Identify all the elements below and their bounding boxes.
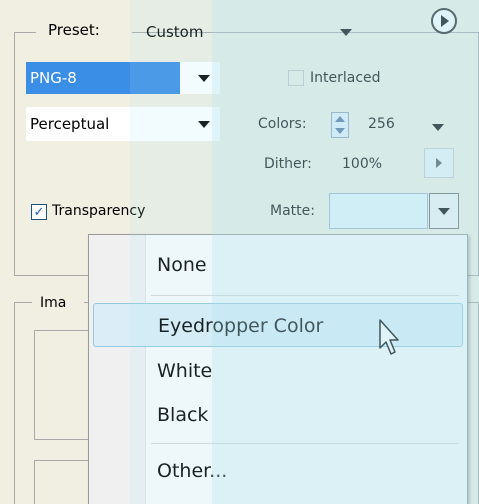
- image-group-label: Ima: [40, 295, 67, 311]
- colors-stepper[interactable]: [331, 112, 349, 138]
- chevron-down-icon: [188, 62, 220, 94]
- reduction-value: Perceptual: [30, 115, 110, 133]
- play-right-icon: [441, 15, 449, 27]
- optimize-settings-panel: Preset: Custom PNG-8 Perceptual Interlac…: [0, 0, 479, 504]
- format-value: PNG-8: [30, 69, 77, 87]
- checkmark-icon: ✓: [33, 204, 45, 220]
- menu-item-black[interactable]: Black: [93, 393, 463, 437]
- mouse-pointer-icon: [379, 319, 399, 355]
- play-right-icon: [436, 158, 442, 168]
- interlaced-label: Interlaced: [310, 70, 381, 86]
- image-subgroup-1: [34, 330, 94, 440]
- menu-item-label: Other...: [157, 460, 228, 482]
- dither-value[interactable]: 100%: [342, 154, 382, 174]
- menu-item-label: Black: [157, 404, 209, 426]
- reduction-dropdown[interactable]: Perceptual: [26, 107, 220, 141]
- menu-item-white[interactable]: White: [93, 349, 463, 393]
- stepper-up-icon: [335, 116, 345, 122]
- matte-dropdown-button[interactable]: [429, 193, 459, 229]
- colors-dropdown-arrow[interactable]: [432, 124, 444, 131]
- chevron-down-icon: [330, 15, 362, 49]
- menu-separator: [151, 295, 459, 296]
- matte-dropdown-menu: None Eyedropper Color White Black Other.…: [88, 234, 468, 504]
- format-dropdown[interactable]: PNG-8: [26, 62, 220, 94]
- image-subgroup-2: [34, 460, 94, 504]
- chevron-down-icon: [438, 207, 450, 215]
- menu-item-label: Eyedropper Color: [158, 315, 324, 337]
- colors-label: Colors:: [258, 116, 307, 132]
- menu-item-label: None: [157, 254, 207, 276]
- stepper-down-icon: [335, 128, 345, 134]
- menu-item-none[interactable]: None: [93, 243, 463, 287]
- menu-item-label: White: [157, 360, 213, 382]
- menu-item-eyedropper-color[interactable]: Eyedropper Color: [93, 303, 463, 347]
- transparency-checkbox[interactable]: ✓: [31, 204, 47, 220]
- preset-value: Custom: [146, 23, 204, 41]
- interlaced-checkbox[interactable]: [288, 70, 304, 86]
- menu-separator: [151, 443, 459, 444]
- dither-label: Dither:: [264, 156, 312, 172]
- matte-swatch[interactable]: [329, 193, 428, 229]
- colors-value[interactable]: 256: [368, 114, 395, 134]
- preset-label: Preset:: [48, 21, 100, 39]
- options-menu-button[interactable]: [431, 8, 457, 34]
- menu-item-other[interactable]: Other...: [93, 449, 463, 493]
- chevron-down-icon: [188, 107, 220, 141]
- preset-dropdown[interactable]: Custom: [136, 15, 366, 49]
- matte-label: Matte:: [270, 203, 315, 219]
- dither-slider-button[interactable]: [424, 148, 454, 178]
- transparency-label: Transparency: [52, 203, 146, 219]
